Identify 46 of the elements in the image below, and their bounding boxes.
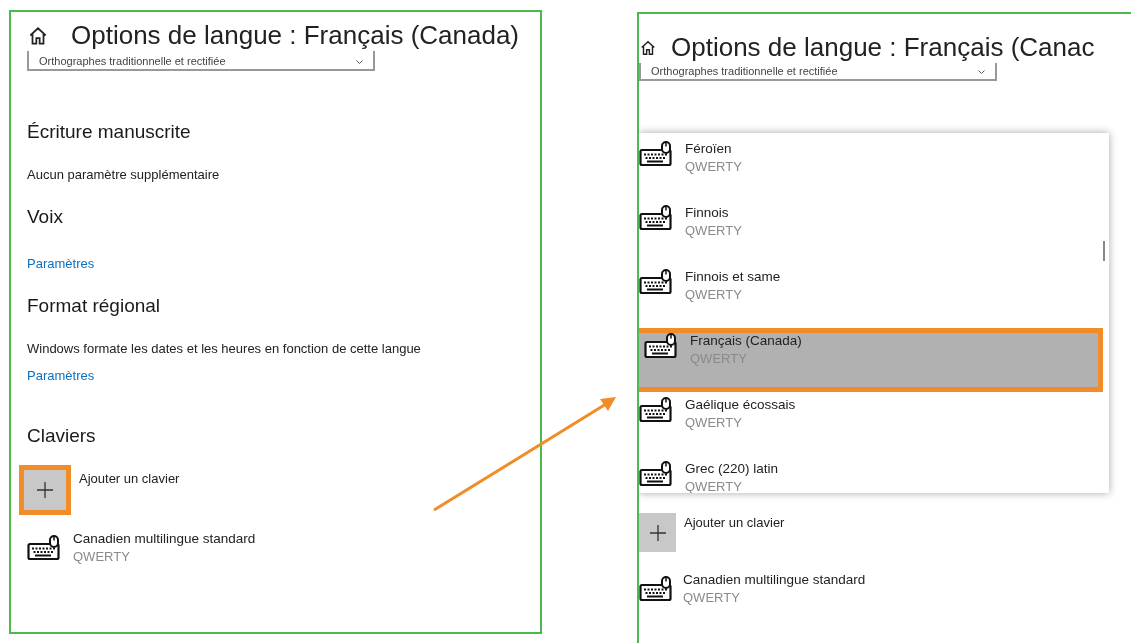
chevron-icon xyxy=(356,60,363,64)
keyboard-name: Finnois et same xyxy=(685,269,781,284)
keyboard-option[interactable]: Grec (220) latin QWERTY xyxy=(639,456,1109,493)
keyboard-name: Finnois xyxy=(685,205,730,220)
keyboard-item[interactable]: Canadien multilingue standard QWERTY xyxy=(639,572,1131,605)
keyboard-name: Français (Canada) xyxy=(690,333,802,348)
add-keyboard-button[interactable] xyxy=(639,513,676,552)
keyboard-layout: QWERTY xyxy=(73,549,131,564)
keyboard-name: Gaélique écossais xyxy=(685,397,796,412)
keyboard-option[interactable]: Finnois QWERTY xyxy=(639,200,1109,264)
section-heading: Claviers xyxy=(27,425,97,447)
plus-icon xyxy=(36,481,54,499)
keyboard-icon xyxy=(644,333,678,359)
keyboard-item[interactable]: Canadien multilingue standard QWERTY xyxy=(11,531,540,564)
scrollbar-thumb[interactable] xyxy=(1103,241,1105,261)
keyboard-name: Grec (220) latin xyxy=(685,461,779,476)
description-text: Windows formate les dates et les heures en fonction de cette langue xyxy=(27,341,422,356)
description-text: Aucun paramètre supplémentaire xyxy=(27,167,221,182)
chevron-icon xyxy=(978,70,985,74)
spelling-dropdown[interactable]: Orthographes traditionnelle et rectifiée xyxy=(639,63,997,81)
keyboard-layout: QWERTY xyxy=(685,479,743,493)
keyboard-option[interactable]: Gaélique écossais QWERTY xyxy=(639,392,1109,456)
keyboard-layout: QWERTY xyxy=(685,415,743,430)
page-title: Options de langue : Français (Canada) xyxy=(71,20,520,51)
keyboard-name: Canadien multilingue standard xyxy=(683,572,866,587)
keyboard-layout: QWERTY xyxy=(685,159,742,174)
section-heading: Format régional xyxy=(27,295,162,317)
add-keyboard-label[interactable]: Ajouter un clavier xyxy=(79,471,180,486)
add-keyboard-button[interactable] xyxy=(19,465,71,515)
section-heading: Voix xyxy=(27,206,64,228)
add-keyboard-label[interactable]: Ajouter un clavier xyxy=(684,515,785,530)
plus-icon xyxy=(648,523,667,542)
section-heading: Écriture manuscrite xyxy=(27,121,192,143)
spelling-dropdown[interactable]: Orthographes traditionnelle et rectifiée xyxy=(27,51,375,71)
home-icon[interactable] xyxy=(639,38,657,57)
page-title: Options de langue : Français (Canac xyxy=(671,32,1095,63)
keyboard-name: Canadien multilingue standard xyxy=(73,531,256,546)
keyboard-icon xyxy=(27,534,61,561)
keyboard-layout: QWERTY xyxy=(685,223,742,238)
keyboard-name: Féroïen xyxy=(685,141,733,156)
keyboard-option[interactable]: Féroïen QWERTY xyxy=(639,136,1109,200)
settings-link[interactable]: Paramètres xyxy=(27,256,95,271)
keyboard-layout: QWERTY xyxy=(685,287,743,302)
keyboard-option[interactable]: Finnois et same QWERTY xyxy=(639,264,1109,328)
settings-link[interactable]: Paramètres xyxy=(27,368,95,383)
keyboard-layout: QWERTY xyxy=(683,590,741,605)
